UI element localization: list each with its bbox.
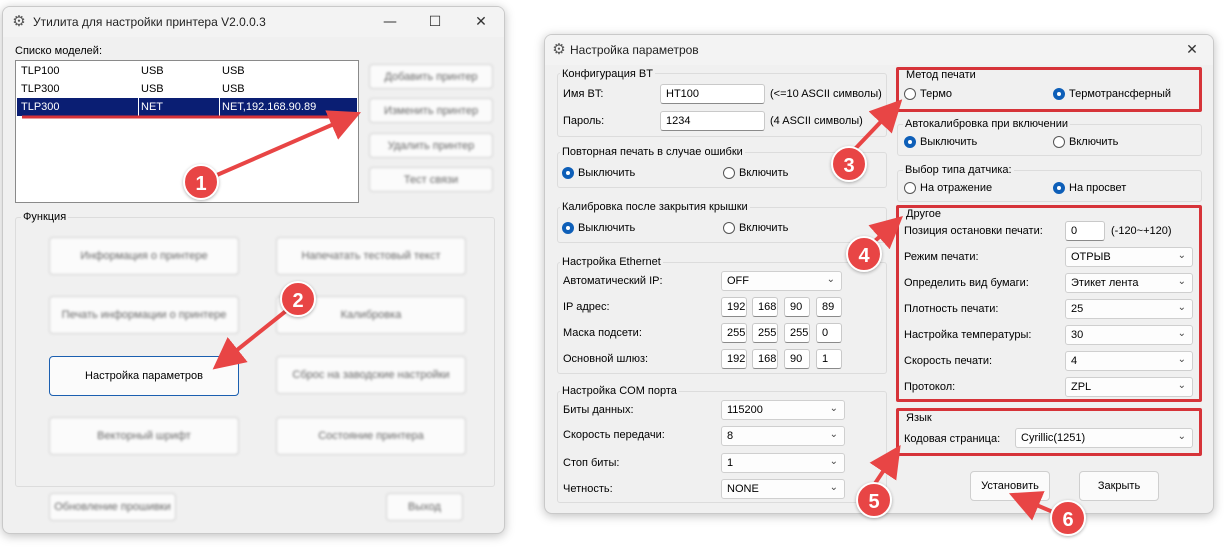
step-badge-4: 4 bbox=[846, 236, 882, 272]
baud-rate-select[interactable]: 8 ⌄ bbox=[721, 426, 845, 446]
baud-rate-label: Скорость передачи: bbox=[563, 429, 665, 441]
gear-icon: ⚙ bbox=[12, 13, 26, 30]
mask-octet-2[interactable]: 255 bbox=[752, 323, 778, 343]
bt-password-input[interactable]: 1234 bbox=[660, 111, 765, 131]
gateway-label: Основной шлюз: bbox=[563, 353, 649, 365]
lid-calibration-label: Калибровка после закрытия крышки bbox=[560, 201, 750, 213]
ip-address-label: IP адрес: bbox=[563, 301, 610, 313]
gear-icon: ⚙ bbox=[552, 41, 566, 58]
maximize-button[interactable]: ☐ bbox=[412, 7, 458, 37]
ip-octet-2[interactable]: 168 bbox=[752, 297, 778, 317]
reprint-on-radio[interactable]: Включить bbox=[723, 167, 788, 179]
auto-ip-select[interactable]: OFF ⌄ bbox=[721, 271, 842, 291]
gw-octet-4[interactable]: 1 bbox=[816, 349, 842, 369]
lid-calib-on-radio[interactable]: Включить bbox=[723, 222, 788, 234]
chevron-down-icon: ⌄ bbox=[829, 429, 838, 440]
step-badge-1: 1 bbox=[183, 164, 219, 200]
parity-label: Четность: bbox=[563, 483, 613, 495]
edit-printer-button[interactable]: Изменить принтер bbox=[369, 98, 493, 123]
parameter-settings-button[interactable]: Настройка параметров bbox=[49, 356, 239, 396]
add-printer-button[interactable]: Добавить принтер bbox=[369, 64, 493, 89]
chevron-down-icon: ⌄ bbox=[829, 482, 838, 493]
step-badge-5: 5 bbox=[856, 482, 892, 518]
print-test-text-button[interactable]: Напечатать тестовый текст bbox=[276, 237, 466, 275]
close-button[interactable]: ✕ bbox=[1169, 35, 1213, 65]
bt-name-label: Имя BT: bbox=[563, 88, 604, 100]
step-badge-3: 3 bbox=[831, 146, 867, 182]
close-button[interactable]: ✕ bbox=[458, 7, 504, 37]
lid-calib-off-radio[interactable]: Выключить bbox=[562, 222, 635, 234]
mask-octet-1[interactable]: 255 bbox=[721, 323, 747, 343]
factory-reset-button[interactable]: Сброс на заводские настройки bbox=[276, 356, 466, 394]
bt-password-hint: (4 ASCII символы) bbox=[770, 115, 863, 127]
printer-info-button[interactable]: Информация о принтере bbox=[49, 237, 239, 275]
highlight-other-settings bbox=[896, 205, 1202, 402]
gw-octet-2[interactable]: 168 bbox=[752, 349, 778, 369]
printer-status-button[interactable]: Состояние принтера bbox=[276, 417, 466, 455]
print-printer-info-button[interactable]: Печать информации о принтере bbox=[49, 296, 239, 334]
ethernet-label: Настройка Ethernet bbox=[560, 256, 663, 268]
data-bits-label: Биты данных: bbox=[563, 404, 634, 416]
auto-ip-label: Автоматический IP: bbox=[563, 275, 663, 287]
chevron-down-icon: ⌄ bbox=[829, 456, 838, 467]
vector-font-button[interactable]: Векторный шрифт bbox=[49, 417, 239, 455]
data-bits-select[interactable]: 115200 ⌄ bbox=[721, 400, 845, 420]
stop-bits-select[interactable]: 1 ⌄ bbox=[721, 453, 845, 473]
title-bar: ⚙ Настройка параметров ✕ bbox=[545, 35, 1213, 65]
minimize-button[interactable]: — bbox=[367, 7, 413, 37]
ip-octet-1[interactable]: 192 bbox=[721, 297, 747, 317]
window-title: Настройка параметров bbox=[570, 43, 699, 57]
mask-octet-3[interactable]: 255 bbox=[784, 323, 810, 343]
list-item[interactable]: TLP100 USB USB bbox=[17, 62, 357, 80]
models-label: Списко моделей: bbox=[15, 45, 103, 57]
bt-name-hint: (<=10 ASCII символы) bbox=[770, 88, 882, 100]
window-title: Утилита для настройки принтера V2.0.0.3 bbox=[33, 15, 266, 29]
autocalib-off-radio[interactable]: Выключить bbox=[904, 136, 977, 148]
mask-octet-4[interactable]: 0 bbox=[816, 323, 842, 343]
com-port-label: Настройка COM порта bbox=[560, 385, 679, 397]
printer-utility-window: ⚙ Утилита для настройки принтера V2.0.0.… bbox=[2, 6, 505, 534]
step-badge-6: 6 bbox=[1050, 500, 1086, 536]
function-label: Функция bbox=[21, 211, 69, 223]
firmware-update-button[interactable]: Обновление прошивки bbox=[49, 493, 176, 521]
reprint-off-radio[interactable]: Выключить bbox=[562, 167, 635, 179]
highlight-language bbox=[896, 408, 1202, 456]
bt-password-label: Пароль: bbox=[563, 115, 605, 127]
chevron-down-icon: ⌄ bbox=[826, 274, 835, 285]
sensor-reflect-radio[interactable]: На отражение bbox=[904, 182, 992, 194]
delete-printer-button[interactable]: Удалить принтер bbox=[369, 133, 493, 158]
stop-bits-label: Стоп биты: bbox=[563, 457, 620, 469]
parity-select[interactable]: NONE ⌄ bbox=[721, 479, 845, 499]
bt-config-label: Конфигурация BT bbox=[560, 68, 655, 80]
sensor-label: Выбор типа датчика: bbox=[903, 164, 1014, 176]
exit-button[interactable]: Выход bbox=[386, 493, 463, 521]
bt-name-input[interactable]: HT100 bbox=[660, 84, 765, 104]
highlight-print-method bbox=[896, 67, 1202, 112]
gw-octet-1[interactable]: 192 bbox=[721, 349, 747, 369]
subnet-mask-label: Маска подсети: bbox=[563, 327, 642, 339]
close-dialog-button[interactable]: Закрыть bbox=[1079, 471, 1159, 501]
list-item-selected[interactable]: TLP300 NET NET,192.168.90.89 bbox=[17, 98, 357, 116]
autocalib-on-radio[interactable]: Включить bbox=[1053, 136, 1118, 148]
ip-octet-3[interactable]: 90 bbox=[784, 297, 810, 317]
ip-octet-4[interactable]: 89 bbox=[816, 297, 842, 317]
install-button[interactable]: Установить bbox=[970, 471, 1050, 501]
reprint-label: Повторная печать в случае ошибки bbox=[560, 146, 745, 158]
title-bar: ⚙ Утилита для настройки принтера V2.0.0.… bbox=[3, 7, 504, 37]
step-badge-2: 2 bbox=[280, 281, 316, 317]
gw-octet-3[interactable]: 90 bbox=[784, 349, 810, 369]
test-connection-button[interactable]: Тест связи bbox=[369, 167, 493, 192]
autocalibration-label: Автокалибровка при включении bbox=[903, 118, 1071, 130]
chevron-down-icon: ⌄ bbox=[829, 403, 838, 414]
sensor-through-radio[interactable]: На просвет bbox=[1053, 182, 1126, 194]
list-item[interactable]: TLP300 USB USB bbox=[17, 80, 357, 98]
